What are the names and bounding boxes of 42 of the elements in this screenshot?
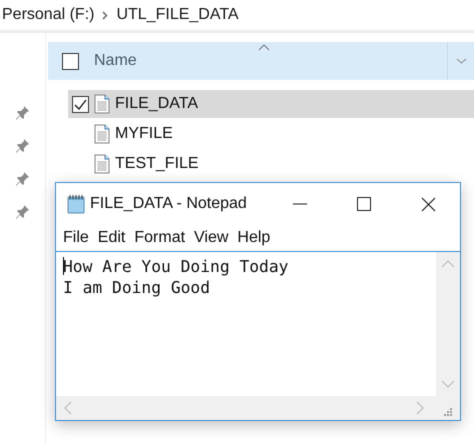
column-header-label: Name bbox=[94, 52, 137, 70]
maximize-icon bbox=[357, 197, 371, 211]
dropdown-icon[interactable] bbox=[456, 58, 467, 64]
text-line: I am Doing Good bbox=[63, 277, 212, 298]
file-name: TEST_FILE bbox=[115, 155, 199, 173]
text-editor[interactable]: How Are You Doing Today I am Doing Good bbox=[56, 252, 436, 396]
scroll-down-icon[interactable] bbox=[441, 380, 455, 388]
sort-up-icon bbox=[258, 44, 270, 51]
document-icon bbox=[94, 124, 110, 144]
menu-item[interactable]: View bbox=[194, 229, 228, 247]
chevron-right-icon bbox=[102, 10, 108, 20]
minimize-icon bbox=[293, 203, 307, 205]
menu-item[interactable]: File bbox=[63, 229, 89, 247]
file-name: MYFILE bbox=[115, 125, 173, 143]
pin-icon[interactable] bbox=[16, 171, 30, 187]
scroll-left-icon[interactable] bbox=[64, 401, 72, 415]
checkbox[interactable] bbox=[72, 96, 89, 112]
breadcrumb-item[interactable]: Personal (F:) bbox=[2, 6, 94, 24]
pin-icon[interactable] bbox=[16, 204, 30, 220]
checkbox[interactable] bbox=[62, 52, 79, 70]
breadcrumb-item[interactable]: UTL_FILE_DATA bbox=[116, 6, 239, 24]
horizontal-scrollbar[interactable] bbox=[56, 396, 436, 420]
close-icon bbox=[420, 196, 436, 212]
scroll-up-icon[interactable] bbox=[441, 260, 455, 268]
pin-icon[interactable] bbox=[16, 105, 30, 121]
document-icon bbox=[94, 154, 110, 174]
resize-grip-icon[interactable] bbox=[444, 408, 452, 416]
menu-item[interactable]: Edit bbox=[98, 229, 126, 247]
window-title: FILE_DATA - Notepad bbox=[90, 195, 248, 213]
scroll-right-icon[interactable] bbox=[416, 401, 424, 415]
pin-icon[interactable] bbox=[16, 138, 30, 154]
text-line: How Are You Doing Today bbox=[63, 256, 290, 277]
document-icon bbox=[94, 94, 110, 114]
vertical-scrollbar[interactable] bbox=[436, 252, 460, 396]
menu-item[interactable]: Help bbox=[237, 229, 270, 247]
column-header[interactable]: Name bbox=[48, 42, 474, 80]
file-row[interactable]: MYFILE bbox=[68, 120, 474, 148]
notepad-icon bbox=[66, 194, 86, 214]
file-name: FILE_DATA bbox=[115, 95, 198, 113]
file-row[interactable]: TEST_FILE bbox=[68, 150, 474, 178]
file-row[interactable]: FILE_DATA bbox=[68, 90, 474, 118]
menu-item[interactable]: Format bbox=[134, 229, 186, 247]
